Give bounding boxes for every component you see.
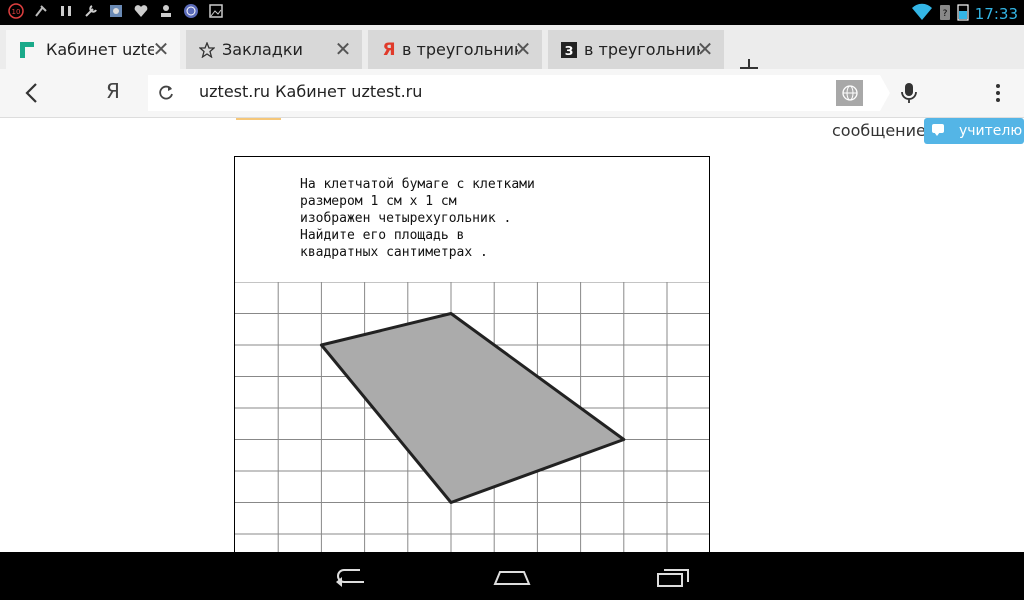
navigation-bar bbox=[0, 552, 1024, 600]
close-tab-icon[interactable]: ✕ bbox=[150, 37, 172, 61]
message-teacher-button[interactable]: учителю bbox=[924, 118, 1024, 144]
svg-text:10: 10 bbox=[12, 8, 21, 16]
system-status: ? 17:33 bbox=[911, 2, 1018, 26]
back-button[interactable] bbox=[20, 81, 44, 105]
yandex-button[interactable]: Я bbox=[106, 79, 120, 103]
tab-uztest[interactable]: Кабинет uztes ✕ bbox=[6, 30, 180, 69]
tab-bookmarks[interactable]: Закладки ✕ bbox=[186, 30, 362, 69]
problem-text: На клетчатой бумаге с клетками размером … bbox=[300, 177, 535, 260]
teacher-button-label: учителю bbox=[959, 123, 1023, 139]
status-bar: 10 ? 17:33 bbox=[0, 0, 1024, 25]
download-icon bbox=[158, 3, 174, 19]
clock: 17:33 bbox=[974, 5, 1018, 23]
problem-image: На клетчатой бумаге с клетками размером … bbox=[234, 156, 710, 552]
chat-bubble-icon bbox=[932, 124, 944, 136]
tab-title: Закладки bbox=[222, 40, 303, 59]
signal-icon: ? bbox=[939, 2, 951, 26]
pause-icon bbox=[58, 3, 74, 19]
header-accent-strip bbox=[236, 118, 281, 120]
site-favicon-icon bbox=[18, 41, 36, 59]
url-text[interactable]: uztest.ru Кабинет uztest.ru bbox=[199, 82, 422, 101]
circle-b-icon bbox=[183, 3, 199, 19]
microphone-icon[interactable] bbox=[898, 81, 920, 105]
heart-icon bbox=[133, 3, 149, 19]
close-tab-icon[interactable]: ✕ bbox=[694, 37, 716, 61]
tab-search-z[interactable]: З в треугольник ✕ bbox=[548, 30, 724, 69]
tab-search-yandex[interactable]: Я в треугольник ✕ bbox=[368, 30, 542, 69]
badge-10-icon: 10 bbox=[8, 3, 24, 19]
notification-icons: 10 bbox=[8, 3, 224, 19]
photo-app-icon bbox=[108, 3, 124, 19]
battery-icon bbox=[957, 2, 969, 26]
message-label: сообщение bbox=[832, 121, 926, 140]
yandex-favicon-icon: Я bbox=[382, 40, 396, 60]
close-tab-icon[interactable]: ✕ bbox=[512, 37, 534, 61]
image-icon bbox=[208, 3, 224, 19]
browser-toolbar: Я uztest.ru Кабинет uztest.ru bbox=[0, 69, 1024, 118]
recents-nav-icon[interactable] bbox=[654, 564, 694, 588]
svg-text:З: З bbox=[565, 44, 574, 58]
grid-figure bbox=[235, 282, 709, 552]
z-favicon-icon: З bbox=[560, 41, 578, 59]
clean-icon bbox=[33, 3, 49, 19]
page-content: сообщение учителю На клетчатой бумаге с … bbox=[0, 118, 1024, 552]
wrench-icon bbox=[83, 3, 99, 19]
tab-strip: Кабинет uztes ✕ Закладки ✕ Я в треугольн… bbox=[0, 25, 1024, 77]
address-bar[interactable]: uztest.ru Кабинет uztest.ru bbox=[148, 75, 890, 111]
svg-text:?: ? bbox=[942, 9, 947, 19]
reload-icon[interactable] bbox=[156, 83, 176, 103]
globe-icon[interactable] bbox=[836, 80, 863, 106]
home-nav-icon[interactable] bbox=[492, 564, 532, 588]
wifi-icon bbox=[911, 2, 933, 26]
back-nav-icon[interactable] bbox=[330, 564, 370, 588]
tab-title: в треугольник bbox=[402, 40, 518, 59]
tab-title: Кабинет uztes bbox=[46, 40, 154, 59]
tab-title: в треугольник bbox=[584, 40, 700, 59]
menu-icon[interactable] bbox=[988, 81, 1008, 105]
address-bar-arrow bbox=[880, 75, 890, 111]
star-icon bbox=[198, 41, 216, 59]
close-tab-icon[interactable]: ✕ bbox=[332, 37, 354, 61]
